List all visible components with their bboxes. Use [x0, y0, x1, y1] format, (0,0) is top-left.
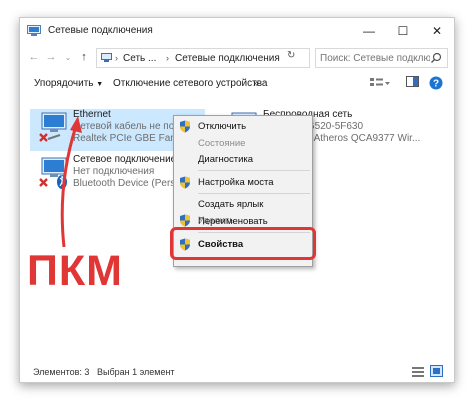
search-box[interactable]	[315, 48, 448, 68]
address-bar-row: ← → ⌄ ↑ › Сеть ... › Сетевые подключения…	[20, 46, 454, 70]
items-count: Элементов: 3	[33, 367, 90, 377]
dropdown-arrow-icon: ▼	[96, 81, 104, 88]
menu-item-create-shortcut[interactable]: Создать ярлык	[174, 196, 312, 213]
breadcrumb-network[interactable]: Сеть ...	[123, 53, 156, 64]
back-arrow-icon[interactable]: ←	[26, 49, 42, 66]
window-title: Сетевые подключения	[48, 25, 153, 36]
menu-item-diagnostics[interactable]: Диагностика	[174, 151, 312, 168]
uac-shield-icon	[180, 176, 190, 189]
ethernet-adapter-icon	[39, 112, 67, 142]
uac-shield-icon	[180, 120, 190, 133]
view-options-icon[interactable]	[369, 76, 391, 90]
menu-item-label: Настройка моста	[198, 177, 274, 188]
svg-text:?: ?	[433, 79, 439, 90]
search-input[interactable]	[320, 52, 430, 65]
up-arrow-icon[interactable]: ↑	[76, 49, 92, 66]
status-bar: Элементов: 3 Выбран 1 элемент	[20, 362, 454, 382]
menu-item-label: Переименовать	[198, 216, 268, 227]
forward-arrow-icon[interactable]: →	[43, 49, 59, 66]
menu-item-label: Диагностика	[198, 154, 254, 165]
selected-count: Выбран 1 элемент	[97, 367, 175, 377]
help-icon[interactable]: ?	[429, 76, 443, 90]
disable-device-button[interactable]: Отключение сетевого устройства	[113, 78, 268, 89]
organize-button[interactable]: Упорядочить ▼	[34, 78, 103, 89]
menu-item-label: Состояние	[198, 138, 246, 149]
properties-highlight-frame	[170, 227, 316, 260]
title-bar: Сетевые подключения — ☐ ✕	[20, 18, 454, 44]
network-folder-icon	[27, 25, 41, 36]
preview-pane-icon[interactable]	[406, 76, 419, 88]
refresh-icon[interactable]: ↻	[287, 50, 295, 61]
maximize-button[interactable]: ☐	[386, 18, 420, 44]
search-icon[interactable]	[430, 52, 442, 64]
breadcrumb-separator-icon: ›	[166, 53, 169, 63]
menu-item-bridge[interactable]: Настройка моста	[174, 174, 312, 191]
screenshot-stage: Сетевые подключения — ☐ ✕ ← → ⌄ ↑ › Сеть…	[0, 0, 474, 402]
close-button[interactable]: ✕	[420, 18, 454, 44]
menu-item-status: Состояние	[174, 135, 312, 152]
bluetooth-adapter-icon	[39, 157, 67, 189]
menu-separator	[198, 193, 310, 194]
breadcrumb-separator-icon: ›	[115, 53, 118, 63]
more-commands-button[interactable]: »	[253, 78, 259, 89]
organize-label: Упорядочить	[34, 78, 94, 89]
menu-item-label: Отключить	[198, 121, 247, 132]
menu-item-label: Создать ярлык	[198, 199, 264, 210]
details-view-icon[interactable]	[412, 366, 424, 377]
command-bar: Упорядочить ▼ Отключение сетевого устрой…	[20, 73, 454, 97]
breadcrumb-network-connections[interactable]: Сетевые подключения	[175, 53, 280, 64]
recent-chevron-icon[interactable]: ⌄	[60, 49, 76, 66]
menu-item-disable[interactable]: Отключить	[174, 118, 312, 135]
network-location-icon	[101, 53, 112, 62]
menu-separator	[198, 170, 310, 171]
annotation-label: ПКМ	[27, 247, 123, 295]
large-icons-view-icon[interactable]	[430, 365, 443, 377]
address-box[interactable]: › Сеть ... › Сетевые подключения	[96, 48, 310, 68]
minimize-button[interactable]: —	[352, 18, 386, 44]
